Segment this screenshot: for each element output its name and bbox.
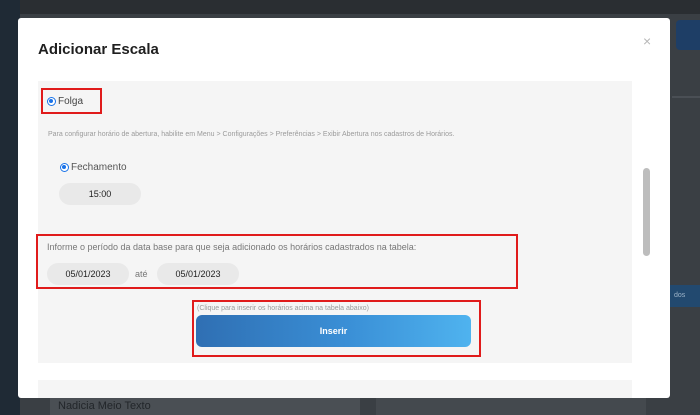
add-schedule-modal: Adicionar Escala × Folga Para configurar…	[18, 18, 670, 398]
background-card-2	[376, 396, 646, 415]
radio-selected-icon[interactable]	[47, 96, 56, 106]
modal-title: Adicionar Escala	[38, 41, 159, 58]
date-separator: até	[135, 269, 148, 279]
start-date-input[interactable]: 05/01/2023	[47, 263, 129, 285]
close-icon[interactable]: ×	[643, 33, 651, 49]
end-date-input[interactable]: 05/01/2023	[157, 263, 239, 285]
background-topbar	[0, 0, 700, 14]
fechamento-radio-option[interactable]: Fechamento	[60, 162, 127, 173]
fechamento-label: Fechamento	[71, 162, 127, 173]
folga-radio-option[interactable]: Folga	[47, 96, 83, 107]
opening-config-hint: Para configurar horário de abertura, hab…	[48, 131, 455, 138]
scrollbar[interactable]	[640, 166, 652, 260]
background-pill-label: dos	[674, 292, 686, 299]
background-sidebar	[0, 0, 20, 415]
folga-label: Folga	[58, 96, 84, 107]
background-button	[676, 20, 700, 50]
closing-time-input[interactable]: 15:00	[59, 183, 141, 205]
insert-hint: (Clique para inserir os horários acima n…	[197, 305, 369, 312]
schedule-table-panel	[38, 380, 632, 398]
background-card-text: Nadicia Meio Texto	[58, 400, 151, 412]
insert-button[interactable]: Inserir	[196, 315, 471, 347]
scrollbar-thumb[interactable]	[643, 168, 650, 256]
radio-selected-icon[interactable]	[60, 162, 69, 172]
period-label: Informe o período da data base para que …	[47, 242, 417, 252]
background-pill: dos	[666, 285, 700, 307]
background-divider	[672, 96, 700, 98]
